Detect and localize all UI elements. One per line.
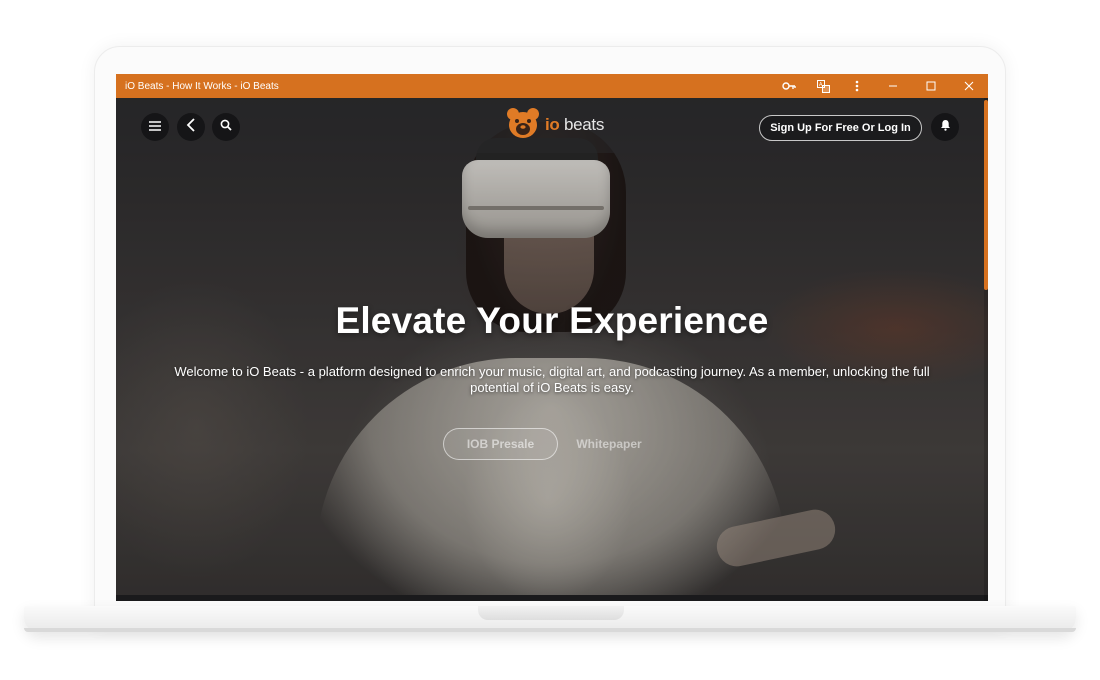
logo-wordmark: io beats [545, 115, 604, 135]
hero-title: Elevate Your Experience [335, 300, 769, 341]
svg-text:A: A [819, 82, 823, 88]
laptop-notch [478, 606, 624, 620]
logo-io-text: io [545, 115, 560, 134]
more-vert-icon[interactable] [840, 74, 874, 98]
back-button[interactable] [177, 113, 205, 141]
menu-icon [149, 118, 161, 136]
hero-bottom-edge [116, 595, 988, 601]
whitepaper-button[interactable]: Whitepaper [571, 428, 647, 460]
site-header: io beats Sign Up For Free Or Log In [116, 98, 988, 153]
key-icon[interactable] [772, 74, 806, 98]
iob-presale-button[interactable]: IOB Presale [443, 428, 558, 460]
menu-button[interactable] [141, 113, 169, 141]
back-icon [186, 117, 196, 137]
scrollbar-thumb[interactable] [984, 100, 988, 290]
device-mockup: iO Beats - How It Works - iO Beats A io … [0, 0, 1100, 680]
maximize-icon[interactable] [912, 74, 950, 98]
close-icon[interactable] [950, 74, 988, 98]
signup-login-button[interactable]: Sign Up For Free Or Log In [759, 115, 922, 141]
logo-beats-text: beats [563, 115, 605, 134]
hero-overlay [116, 98, 988, 601]
site-logo[interactable]: io beats [505, 107, 604, 143]
bell-icon [940, 118, 951, 136]
search-button[interactable] [212, 113, 240, 141]
minimize-icon[interactable] [874, 74, 912, 98]
bear-logo-icon [505, 106, 541, 145]
search-icon [220, 118, 232, 136]
notifications-button[interactable] [931, 113, 959, 141]
title-bar: iO Beats - How It Works - iO Beats A [116, 74, 988, 98]
browser-window: iO Beats - How It Works - iO Beats A io … [116, 74, 988, 601]
hero-section [116, 98, 988, 601]
translate-icon[interactable]: A [806, 74, 840, 98]
window-title: iO Beats - How It Works - iO Beats [125, 80, 279, 92]
hero-description: Welcome to iO Beats - a platform designe… [174, 364, 930, 395]
laptop-base-edge [24, 628, 1076, 632]
